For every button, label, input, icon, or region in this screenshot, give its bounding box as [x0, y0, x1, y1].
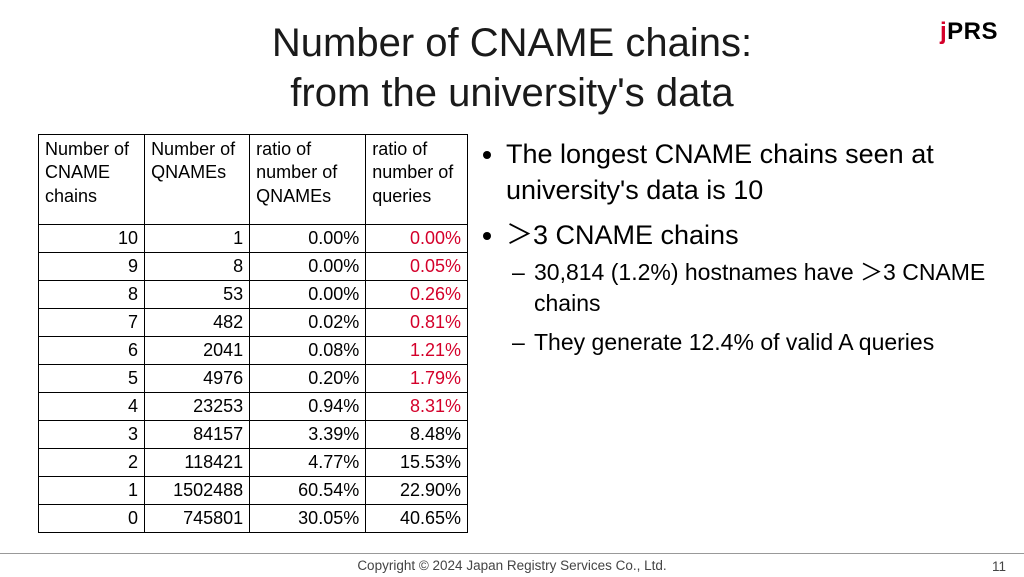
- bullet-2a: 30,814 (1.2%) hostnames have ＞3 CNAME ch…: [534, 257, 1004, 319]
- table-row: 620410.08%1.21%: [39, 337, 468, 365]
- bullet-area: The longest CNAME chains seen at univers…: [478, 134, 1004, 537]
- table-cell: 4: [39, 393, 145, 421]
- cname-table: Number of CNAME chains Number of QNAMEs …: [38, 134, 468, 533]
- table-cell: 0.00%: [250, 253, 366, 281]
- table-cell: 84157: [145, 421, 250, 449]
- table-row: 21184214.77%15.53%: [39, 449, 468, 477]
- content-area: Number of CNAME chains Number of QNAMEs …: [38, 134, 1004, 537]
- table-cell: 4.77%: [250, 449, 366, 477]
- table-cell: 0: [39, 505, 145, 533]
- table-body: 1010.00%0.00%980.00%0.05%8530.00%0.26%74…: [39, 225, 468, 533]
- bullet-2-text: ＞3 CNAME chains: [506, 220, 739, 250]
- table-header-row: Number of CNAME chains Number of QNAMEs …: [39, 135, 468, 225]
- table-cell: 8.48%: [366, 421, 468, 449]
- table-cell: 10: [39, 225, 145, 253]
- table-cell: 0.00%: [366, 225, 468, 253]
- table-cell: 60.54%: [250, 477, 366, 505]
- table-cell: 1: [39, 477, 145, 505]
- col-header-chains: Number of CNAME chains: [39, 135, 145, 225]
- table-cell: 0.02%: [250, 309, 366, 337]
- table-row: 3841573.39%8.48%: [39, 421, 468, 449]
- table-cell: 1.21%: [366, 337, 468, 365]
- table-cell: 8.31%: [366, 393, 468, 421]
- col-header-ratio-queries: ratio of number of queries: [366, 135, 468, 225]
- footer: Copyright © 2024 Japan Registry Services…: [0, 553, 1024, 577]
- table-cell: 5: [39, 365, 145, 393]
- table-row: 549760.20%1.79%: [39, 365, 468, 393]
- table-cell: 15.53%: [366, 449, 468, 477]
- title-line-1: Number of CNAME chains:: [272, 21, 752, 65]
- table-cell: 53: [145, 281, 250, 309]
- table-cell: 2041: [145, 337, 250, 365]
- table-cell: 8: [145, 253, 250, 281]
- table-cell: 1502488: [145, 477, 250, 505]
- table-cell: 0.26%: [366, 281, 468, 309]
- table-cell: 3.39%: [250, 421, 366, 449]
- slide: jPRS Number of CNAME chains: from the un…: [0, 0, 1024, 577]
- bullet-2b: They generate 12.4% of valid A queries: [534, 327, 1004, 358]
- table-cell: 118421: [145, 449, 250, 477]
- col-header-qnames: Number of QNAMEs: [145, 135, 250, 225]
- table-cell: 0.00%: [250, 225, 366, 253]
- table-row: 4232530.94%8.31%: [39, 393, 468, 421]
- col-header-ratio-qnames: ratio of number of QNAMEs: [250, 135, 366, 225]
- table-cell: 1: [145, 225, 250, 253]
- table-cell: 9: [39, 253, 145, 281]
- table-cell: 1.79%: [366, 365, 468, 393]
- table-cell: 2: [39, 449, 145, 477]
- table-cell: 7: [39, 309, 145, 337]
- table-cell: 0.81%: [366, 309, 468, 337]
- table-cell: 0.94%: [250, 393, 366, 421]
- table-cell: 6: [39, 337, 145, 365]
- table-cell: 8: [39, 281, 145, 309]
- table-cell: 22.90%: [366, 477, 468, 505]
- table-row: 980.00%0.05%: [39, 253, 468, 281]
- copyright-text: Copyright © 2024 Japan Registry Services…: [357, 558, 666, 573]
- table-cell: 30.05%: [250, 505, 366, 533]
- table-cell: 0.20%: [250, 365, 366, 393]
- table-cell: 40.65%: [366, 505, 468, 533]
- bullet-1: The longest CNAME chains seen at univers…: [506, 136, 1004, 209]
- table-cell: 482: [145, 309, 250, 337]
- table-row: 74820.02%0.81%: [39, 309, 468, 337]
- bullet-2: ＞3 CNAME chains 30,814 (1.2%) hostnames …: [506, 217, 1004, 359]
- table-cell: 0.05%: [366, 253, 468, 281]
- title-line-2: from the university's data: [0, 68, 1024, 118]
- table-row: 1150248860.54%22.90%: [39, 477, 468, 505]
- table-cell: 0.08%: [250, 337, 366, 365]
- table-cell: 0.00%: [250, 281, 366, 309]
- table-row: 074580130.05%40.65%: [39, 505, 468, 533]
- table-cell: 745801: [145, 505, 250, 533]
- table-cell: 23253: [145, 393, 250, 421]
- table-row: 1010.00%0.00%: [39, 225, 468, 253]
- table-cell: 4976: [145, 365, 250, 393]
- table-cell: 3: [39, 421, 145, 449]
- page-number: 11: [992, 559, 1006, 574]
- slide-title: Number of CNAME chains: from the univers…: [0, 18, 1024, 118]
- data-table-wrap: Number of CNAME chains Number of QNAMEs …: [38, 134, 468, 537]
- table-row: 8530.00%0.26%: [39, 281, 468, 309]
